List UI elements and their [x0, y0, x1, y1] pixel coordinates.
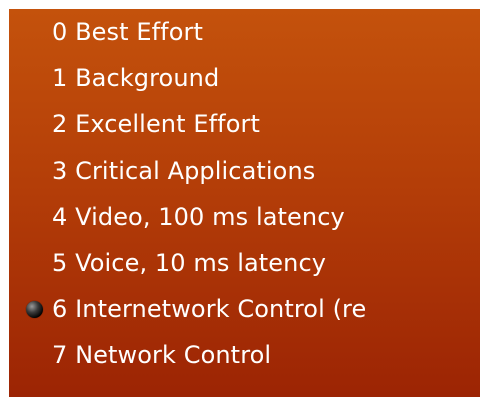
- menu-item-priority-0[interactable]: 0 Best Effort: [9, 9, 480, 55]
- menu-item-label: 2 Excellent Effort: [52, 110, 260, 139]
- menu-item-label: 4 Video, 100 ms latency: [52, 202, 345, 231]
- radio-bullet-icon: [26, 301, 43, 319]
- menu-item-priority-4[interactable]: 4 Video, 100 ms latency: [9, 194, 480, 240]
- menu-item-priority-2[interactable]: 2 Excellent Effort: [9, 101, 480, 147]
- menu-item-priority-7[interactable]: 7 Network Control: [9, 332, 480, 378]
- menu-item-label: 0 Best Effort: [52, 18, 203, 46]
- menu-item-priority-3[interactable]: 3 Critical Applications: [9, 148, 480, 194]
- menu-item-priority-5[interactable]: 5 Voice, 10 ms latency: [9, 240, 480, 286]
- menu-item-priority-1[interactable]: 1 Background: [9, 55, 480, 101]
- priority-menu: 0 Best Effort 1 Background 2 Excellent E…: [9, 9, 480, 397]
- menu-item-label: 7 Network Control: [52, 341, 272, 370]
- menu-item-label: 5 Voice, 10 ms latency: [52, 248, 327, 277]
- menu-item-label: 1 Background: [52, 64, 220, 93]
- priority-list: 0 Best Effort 1 Background 2 Excellent E…: [9, 9, 480, 379]
- menu-item-label: 6 Internetwork Control (re: [52, 295, 367, 324]
- menu-item-priority-6[interactable]: 6 Internetwork Control (re: [9, 286, 480, 332]
- menu-item-label: 3 Critical Applications: [52, 156, 316, 185]
